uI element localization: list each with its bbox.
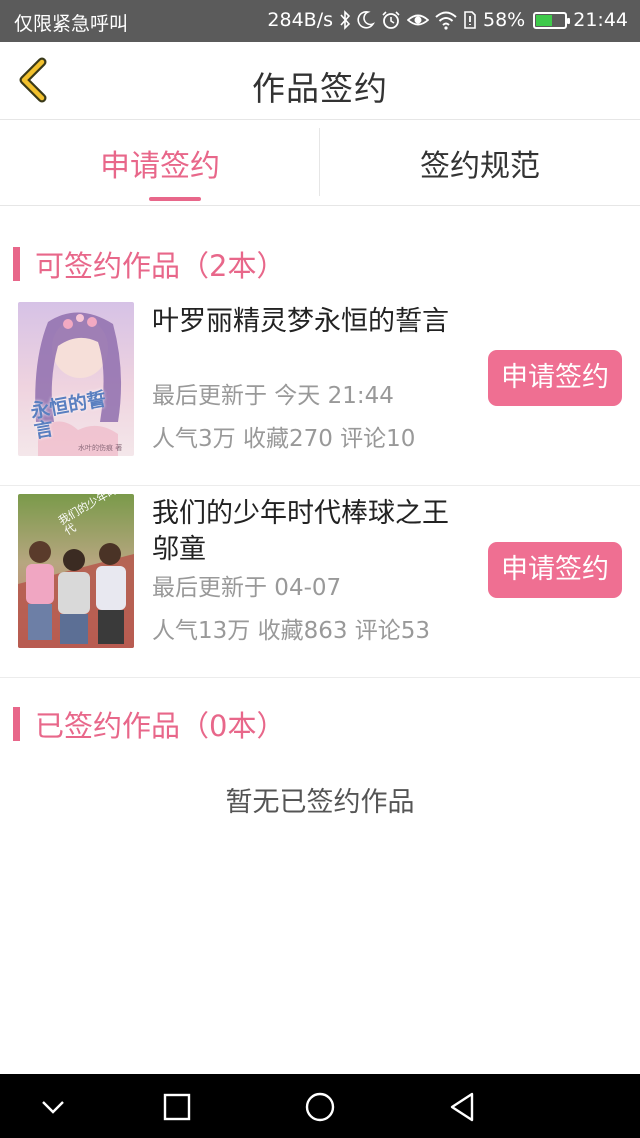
book-title[interactable]: 叶罗丽精灵梦永恒的誓言 — [152, 304, 472, 340]
book-item[interactable]: 我们的少年时代 我们的少年时代棒球之王邬童 最后更新于 04-07 人气13万 … — [0, 488, 640, 678]
tab-sign-rules[interactable]: 签约规范 — [320, 121, 640, 205]
carrier-text: 仅限紧急呼叫 — [14, 13, 129, 35]
signable-section-title: 可签约作品（2本） — [0, 244, 285, 284]
status-bar: 仅限紧急呼叫 284B/s 58% 21:44 — [0, 0, 640, 42]
book-cover[interactable]: 我们的少年时代 — [18, 494, 134, 648]
eye-icon — [407, 14, 429, 26]
active-tab-indicator — [149, 197, 201, 201]
book-cover[interactable]: 永恒的誓言 水叶的伤痕 著 — [18, 302, 134, 456]
apply-sign-button[interactable]: 申请签约 — [488, 350, 622, 406]
signed-section-title: 已签约作品（0本） — [0, 704, 285, 744]
sim-icon — [464, 11, 476, 29]
book-item[interactable]: 永恒的誓言 水叶的伤痕 著 叶罗丽精灵梦永恒的誓言 最后更新于 今天 21:44… — [0, 296, 640, 486]
battery-level — [536, 14, 553, 26]
tab-sign-rules-label: 签约规范 — [420, 149, 540, 184]
tab-apply-sign-label: 申请签约 — [100, 149, 220, 184]
section-marker — [13, 247, 20, 281]
tab-divider — [319, 128, 320, 196]
book-update-time: 最后更新于 今天 21:44 — [152, 383, 394, 409]
signed-section-label: 已签约作品（0本） — [35, 709, 286, 743]
moon-icon — [357, 11, 375, 29]
battery-icon — [533, 11, 571, 29]
wifi-icon — [435, 11, 457, 30]
bluetooth-icon — [340, 10, 351, 30]
home-icon[interactable] — [303, 1090, 337, 1124]
book-title[interactable]: 我们的少年时代棒球之王邬童 — [152, 496, 472, 568]
empty-state-text: 暂无已签约作品 — [225, 787, 415, 818]
signable-section-label: 可签约作品（2本） — [35, 249, 286, 283]
cover-author: 水叶的伤痕 著 — [78, 444, 123, 452]
book-update-time: 最后更新于 04-07 — [152, 575, 342, 601]
tab-apply-sign[interactable]: 申请签约 — [0, 121, 320, 205]
chevron-down-icon[interactable] — [36, 1090, 70, 1124]
book-stats: 人气3万 收藏270 评论10 — [152, 426, 416, 452]
recent-apps-icon[interactable] — [160, 1090, 194, 1124]
network-speed: 284B/s — [267, 9, 333, 31]
back-triangle-icon[interactable] — [446, 1090, 480, 1124]
book-stats: 人气13万 收藏863 评论53 — [152, 618, 431, 644]
page-title: 作品签约 — [252, 69, 388, 108]
app-header: 作品签约 — [0, 42, 640, 120]
system-nav-bar — [0, 1074, 640, 1138]
section-marker — [13, 707, 20, 741]
alarm-icon — [382, 11, 400, 29]
clock: 21:44 — [573, 9, 628, 31]
apply-sign-button[interactable]: 申请签约 — [488, 542, 622, 598]
battery-percent: 58% — [483, 9, 526, 31]
status-icons: 284B/s 58% 21:44 — [267, 9, 628, 31]
tab-bar: 申请签约 签约规范 — [0, 121, 640, 206]
